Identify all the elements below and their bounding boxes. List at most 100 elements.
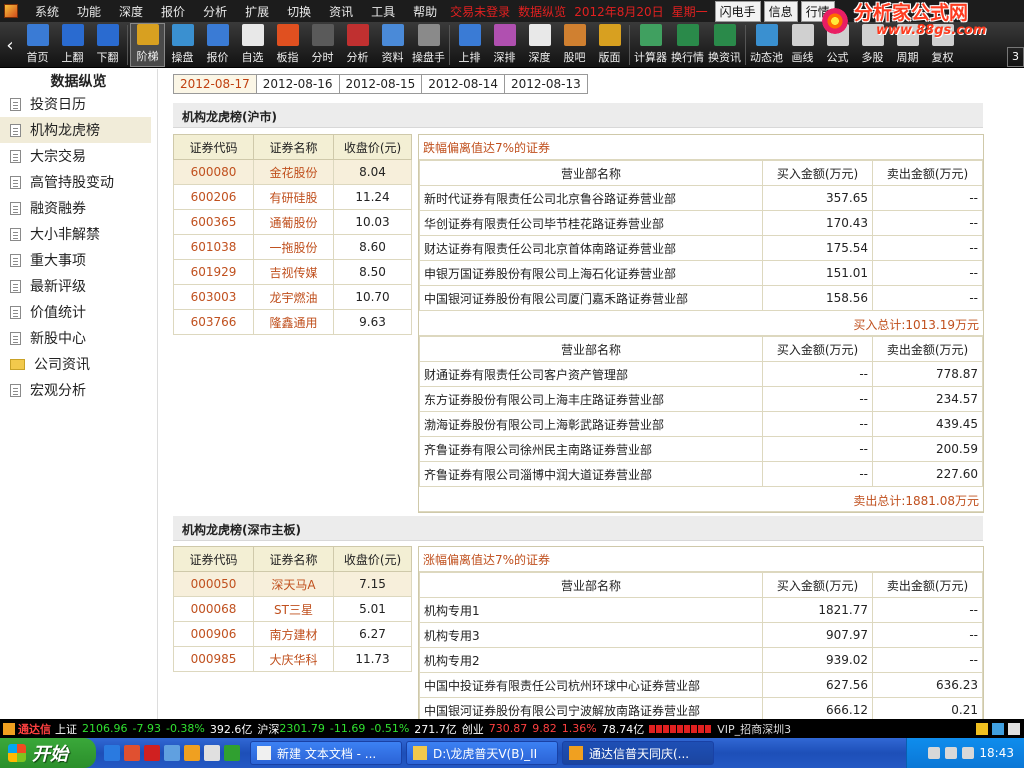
app-grey-icon[interactable] <box>204 745 220 761</box>
office-icon[interactable] <box>124 745 140 761</box>
sidebar-item[interactable]: 公司资讯 <box>0 351 151 377</box>
toolbar-rank-up-button[interactable]: 上排 <box>452 23 487 67</box>
col-header-code[interactable]: 证券代码 <box>173 134 254 160</box>
stock-name[interactable]: 一拖股份 <box>253 234 334 260</box>
menu-function[interactable]: 功能 <box>68 3 110 20</box>
sidebar-item[interactable]: 大宗交易 <box>0 143 151 169</box>
stock-code[interactable]: 000906 <box>173 621 254 647</box>
date-tab[interactable]: 2012-08-16 <box>256 74 340 94</box>
clock[interactable]: 18:43 <box>979 746 1014 760</box>
app-green-icon[interactable] <box>224 745 240 761</box>
task-tdx[interactable]: 通达信普天同庆(... <box>562 741 714 765</box>
toolbar-switch-info-button[interactable]: 换资讯 <box>706 23 743 67</box>
stock-name[interactable]: 吉视传媒 <box>253 259 334 285</box>
toolbar-calculator-button[interactable]: 计算器 <box>632 23 669 67</box>
stock-code[interactable]: 601038 <box>173 234 254 260</box>
sidebar-item[interactable]: 宏观分析 <box>0 377 151 403</box>
toolbar-board-button[interactable]: 板指 <box>270 23 305 67</box>
flash-trade-button[interactable]: 闪电手 <box>714 0 761 22</box>
menu-switch[interactable]: 切换 <box>278 3 320 20</box>
toolbar-back-icon[interactable]: ‹ <box>0 23 20 67</box>
col-header-price[interactable]: 收盘价(元) <box>333 134 412 160</box>
stock-code[interactable]: 000068 <box>173 596 254 622</box>
stock-row[interactable]: 601929 吉视传媒 8.50 <box>173 259 412 285</box>
sidebar-item[interactable]: 融资融券 <box>0 195 151 221</box>
menu-analysis[interactable]: 分析 <box>194 3 236 20</box>
stock-name[interactable]: 通葡股份 <box>253 209 334 235</box>
stock-code[interactable]: 600206 <box>173 184 254 210</box>
start-button[interactable]: 开始 <box>0 738 96 768</box>
broker-row[interactable]: 华创证券有限责任公司毕节桂花路证券营业部 170.43 -- <box>419 210 983 236</box>
stock-row[interactable]: 600080 金花股份 8.04 <box>173 159 412 185</box>
date-tab[interactable]: 2012-08-14 <box>422 74 505 94</box>
toolbar-home-button[interactable]: 首页 <box>20 23 55 67</box>
broker-row[interactable]: 中国银河证券股份有限公司厦门嘉禾路证券营业部 158.56 -- <box>419 285 983 311</box>
stock-code[interactable]: 600080 <box>173 159 254 185</box>
toolbar-document-button[interactable]: 资料 <box>375 23 410 67</box>
broker-row[interactable]: 中国中投证券有限责任公司杭州环球中心证券营业部 627.56 636.23 <box>419 672 983 698</box>
stock-code[interactable]: 000050 <box>173 571 254 597</box>
stock-row[interactable]: 601038 一拖股份 8.60 <box>173 234 412 260</box>
stock-row[interactable]: 603003 龙宇燃油 10.70 <box>173 284 412 310</box>
toolbar-f9-button[interactable]: 深度 <box>522 23 557 67</box>
lock-icon[interactable] <box>976 722 988 735</box>
sidebar-item[interactable]: 重大事项 <box>0 247 151 273</box>
stock-name[interactable]: ST三星 <box>253 596 334 622</box>
broker-row[interactable]: 渤海证券股份有限公司上海彰武路证券营业部 -- 439.45 <box>419 411 983 437</box>
menu-tools[interactable]: 工具 <box>362 3 404 20</box>
toolbar-analysis-button[interactable]: 分析 <box>340 23 375 67</box>
toolbar-people-button[interactable]: 股吧 <box>557 23 592 67</box>
stock-code[interactable]: 603766 <box>173 309 254 335</box>
col-header-name[interactable]: 证券名称 <box>253 134 334 160</box>
stock-code[interactable]: 601929 <box>173 259 254 285</box>
toolbar-page-indicator[interactable]: 3 <box>1007 47 1024 67</box>
date-tab[interactable]: 2012-08-15 <box>339 74 423 94</box>
sidebar-item[interactable]: 新股中心 <box>0 325 151 351</box>
stock-row[interactable]: 000050 深天马A 7.15 <box>173 571 412 597</box>
broker-row[interactable]: 申银万国证券股份有限公司上海石化证券营业部 151.01 -- <box>419 260 983 286</box>
toolbar-switch-quote-button[interactable]: 换行情 <box>669 23 706 67</box>
msg-icon[interactable] <box>992 722 1004 735</box>
col-header-name[interactable]: 证券名称 <box>253 546 334 572</box>
broker-row[interactable]: 齐鲁证券有限公司徐州民主南路证券营业部 -- 200.59 <box>419 436 983 462</box>
broker-row[interactable]: 财达证券有限责任公司北京首体南路证券营业部 175.54 -- <box>419 235 983 261</box>
date-tab[interactable]: 2012-08-13 <box>505 74 588 94</box>
menu-extend[interactable]: 扩展 <box>236 3 278 20</box>
date-tab[interactable]: 2012-08-17 <box>173 74 257 94</box>
ie-icon[interactable] <box>104 745 120 761</box>
toolbar-trade-button[interactable]: 操盘 <box>165 23 200 67</box>
broker-row[interactable]: 东方证券股份有限公司上海丰庄路证券营业部 -- 234.57 <box>419 386 983 412</box>
stock-name[interactable]: 深天马A <box>253 571 334 597</box>
sidebar-item[interactable]: 大小非解禁 <box>0 221 151 247</box>
trade-login-status[interactable]: 交易未登录 <box>446 3 514 20</box>
broker-row[interactable]: 中国银河证券股份有限公司宁波解放南路证券营业部 666.12 0.21 <box>419 697 983 719</box>
task-notepad[interactable]: 新建 文本文档 - ... <box>250 741 402 765</box>
toolbar-pool-button[interactable]: 动态池 <box>748 23 785 67</box>
toolbar-f6-button[interactable]: 自选 <box>235 23 270 67</box>
network-icon[interactable] <box>928 747 941 759</box>
stock-row[interactable]: 600365 通葡股份 10.03 <box>173 209 412 235</box>
toolbar-l2-button[interactable]: 版面 <box>592 23 627 67</box>
toolbar-arrow-up-button[interactable]: 上翻 <box>55 23 90 67</box>
col-header-price[interactable]: 收盘价(元) <box>333 546 412 572</box>
sidebar-item[interactable]: 投资日历 <box>0 91 151 117</box>
stock-code[interactable]: 000985 <box>173 646 254 672</box>
menu-depth[interactable]: 深度 <box>110 3 152 20</box>
sh-index-label[interactable]: 上证 <box>55 721 77 737</box>
explorer-icon[interactable] <box>164 745 180 761</box>
stock-row[interactable]: 000985 大庆华科 11.73 <box>173 646 412 672</box>
broker-row[interactable]: 新时代证券有限责任公司北京鲁谷路证券营业部 357.65 -- <box>419 185 983 211</box>
scroll-icon[interactable] <box>1008 722 1020 735</box>
stock-name[interactable]: 金花股份 <box>253 159 334 185</box>
sidebar-item[interactable]: 价值统计 <box>0 299 151 325</box>
toolbar-draw-button[interactable]: 画线 <box>785 23 820 67</box>
broker-row[interactable]: 机构专用2 939.02 -- <box>419 647 983 673</box>
broker-row[interactable]: 机构专用3 907.97 -- <box>419 622 983 648</box>
app-orange-icon[interactable] <box>184 745 200 761</box>
stock-name[interactable]: 隆鑫通用 <box>253 309 334 335</box>
task-folder[interactable]: D:\龙虎普天V(B)_II <box>406 741 558 765</box>
broker-row[interactable]: 财通证券有限责任公司客户资产管理部 -- 778.87 <box>419 361 983 387</box>
menu-help[interactable]: 帮助 <box>404 3 446 20</box>
stock-row[interactable]: 600206 有研硅股 11.24 <box>173 184 412 210</box>
broker-row[interactable]: 齐鲁证券有限公司淄博中润大道证券营业部 -- 227.60 <box>419 461 983 487</box>
